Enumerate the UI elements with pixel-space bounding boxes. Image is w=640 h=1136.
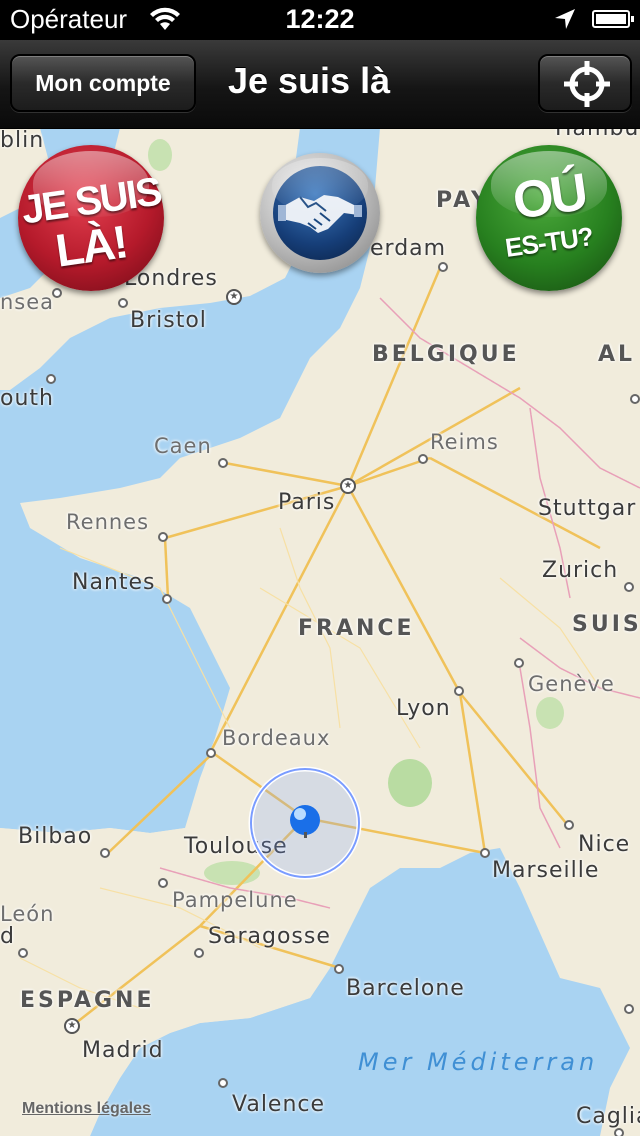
city-dot-valence bbox=[218, 1078, 228, 1088]
map-label-paris: Paris bbox=[278, 490, 336, 515]
map-label-france: FRANCE bbox=[298, 616, 415, 641]
map-label-stuttgart: Stuttgar bbox=[538, 496, 637, 521]
map-label-lyon: Lyon bbox=[396, 696, 451, 721]
map-label-pampelune: Pampelune bbox=[172, 888, 298, 912]
city-dot-bilbao bbox=[100, 848, 110, 858]
legal-notice-link[interactable]: Mentions légales bbox=[22, 1100, 151, 1118]
map-label-espagne: ESPAGNE bbox=[20, 988, 155, 1013]
ou-es-tu-button[interactable]: OÚ ES-TU? bbox=[476, 145, 622, 291]
status-time: 12:22 bbox=[285, 4, 355, 34]
city-dot-utrecht bbox=[438, 262, 448, 272]
map-label-oviedo-fragment: d bbox=[0, 924, 15, 949]
map-label-suisse: SUIS bbox=[572, 612, 640, 637]
city-dot-nice bbox=[564, 820, 574, 830]
map-label-zurich: Zurich bbox=[542, 558, 619, 583]
city-dot-barcelone bbox=[334, 964, 344, 974]
map-label-rennes: Rennes bbox=[66, 510, 150, 534]
page-title: Je suis là bbox=[228, 60, 391, 101]
map-label-barcelone: Barcelone bbox=[346, 976, 465, 1001]
city-dot-sassari bbox=[624, 1004, 634, 1014]
status-bar: Opérateur 12:22 bbox=[0, 0, 640, 40]
map-label-mediterranean: Mer Méditerran bbox=[358, 1048, 599, 1076]
je-suis-la-button[interactable]: JE SUIS LÀ! bbox=[18, 145, 164, 291]
map-label-bilbao: Bilbao bbox=[18, 824, 93, 849]
map-label-bordeaux: Bordeaux bbox=[222, 726, 331, 750]
button-gloss bbox=[272, 157, 368, 212]
city-dot-saragosse bbox=[194, 948, 204, 958]
city-dot-plymouth bbox=[46, 374, 56, 384]
map-label-valence: Valence bbox=[232, 1092, 326, 1117]
map-label-allemagne: AL bbox=[598, 342, 636, 367]
crosshair-icon bbox=[564, 61, 610, 107]
user-location-marker[interactable] bbox=[248, 766, 362, 880]
map-label-madrid: Madrid bbox=[82, 1038, 164, 1063]
navigation-bar: Mon compte Je suis là bbox=[0, 40, 640, 129]
city-dot-caen bbox=[218, 458, 228, 468]
map-label-leon: León bbox=[0, 902, 55, 926]
capital-marker-paris: ★ bbox=[340, 478, 356, 494]
map-label-caen: Caen bbox=[154, 434, 212, 458]
city-dot-valladolid bbox=[18, 948, 28, 958]
city-dot-marseille bbox=[480, 848, 490, 858]
battery-icon bbox=[592, 10, 634, 28]
city-dot-nantes bbox=[162, 594, 172, 604]
map-label-reims: Reims bbox=[430, 430, 499, 454]
map-label-bristol: Bristol bbox=[130, 308, 207, 333]
map-label-geneve: Genève bbox=[528, 672, 615, 696]
city-dot-cagliari bbox=[614, 1128, 624, 1136]
city-dot-geneva bbox=[514, 658, 524, 668]
map-label-belgique: BELGIQUE bbox=[372, 342, 520, 367]
locate-me-button[interactable] bbox=[538, 54, 632, 112]
city-dot-bordeaux bbox=[206, 748, 216, 758]
capital-marker-london: ★ bbox=[226, 289, 242, 305]
map-label-cagliari: Cagliar bbox=[576, 1104, 640, 1129]
map-label-amsterdam: erdam bbox=[370, 236, 447, 261]
city-dot-lyon bbox=[454, 686, 464, 696]
map-label-saragosse: Saragosse bbox=[208, 924, 331, 949]
map-view[interactable]: blin Hambu PAY Londres ★ Bristol nsea er… bbox=[0, 128, 640, 1136]
my-account-button[interactable]: Mon compte bbox=[10, 54, 196, 112]
map-label-irish-sea: nsea bbox=[0, 290, 55, 314]
map-label-nantes: Nantes bbox=[72, 570, 156, 595]
city-dot-reims bbox=[418, 454, 428, 464]
city-dot-rennes bbox=[158, 532, 168, 542]
map-label-marseille: Marseille bbox=[492, 858, 600, 883]
city-dot-frankfurt bbox=[630, 394, 640, 404]
capital-marker-madrid: ★ bbox=[64, 1018, 80, 1034]
city-dot-zurich bbox=[624, 582, 634, 592]
map-label-nice: Nice bbox=[578, 832, 631, 857]
map-label-dublin: blin bbox=[0, 128, 45, 153]
city-dot-bristol bbox=[118, 298, 128, 308]
map-label-hamburg: Hambu bbox=[555, 128, 640, 141]
city-dot-cardiff bbox=[52, 288, 62, 298]
location-arrow-icon bbox=[555, 9, 575, 29]
friends-button[interactable] bbox=[260, 153, 380, 273]
city-dot-pampelune bbox=[158, 878, 168, 888]
map-label-plymouth: outh bbox=[0, 386, 54, 411]
